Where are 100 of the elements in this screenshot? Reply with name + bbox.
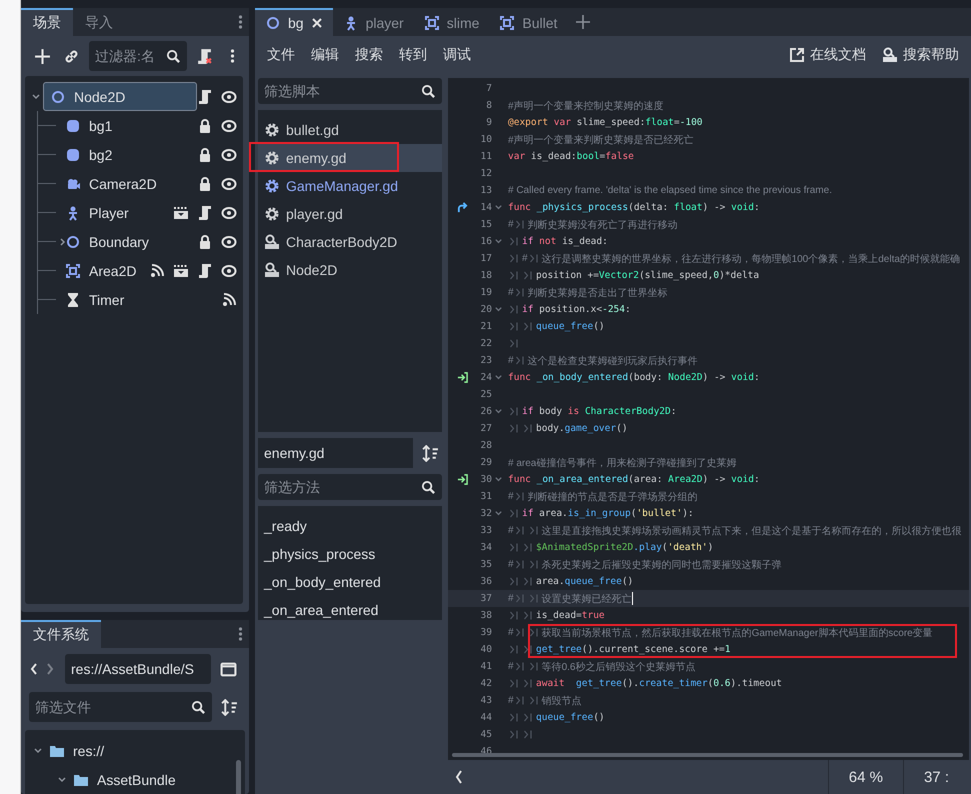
chevron-left-icon[interactable] <box>454 769 464 785</box>
tree-item[interactable]: bg2 <box>58 140 120 169</box>
script-icon[interactable] <box>197 88 213 104</box>
script-item[interactable]: Node2D <box>258 256 442 284</box>
tree-item[interactable]: Node2D <box>43 82 197 111</box>
line-number: 30 <box>480 474 492 485</box>
scene-tab[interactable]: player <box>332 8 414 36</box>
menu-item[interactable]: 转到 <box>391 42 435 68</box>
script-item[interactable]: enemy.gd <box>258 144 442 172</box>
code-editor[interactable] <box>448 78 969 760</box>
menu-item[interactable]: 搜索 <box>347 42 391 68</box>
lock-icon[interactable] <box>197 146 213 162</box>
scene-tab[interactable]: slime <box>414 8 490 36</box>
code-text: area.queue_free() <box>536 576 634 587</box>
panel-tab[interactable]: 场景 <box>21 8 73 36</box>
eye-icon[interactable] <box>221 146 237 162</box>
lock-icon[interactable] <box>197 234 213 250</box>
tree-item[interactable]: Player <box>58 198 136 227</box>
link-icon[interactable] <box>63 48 80 64</box>
sort-icon[interactable] <box>422 444 439 462</box>
back-icon[interactable] <box>29 661 39 677</box>
tree-item[interactable]: Timer <box>58 285 132 314</box>
circle-node-icon <box>265 15 281 31</box>
filter-field[interactable]: 过滤器:名 <box>89 41 187 71</box>
code-text: func _on_area_entered(area: Area2D) -> void: <box>508 474 760 485</box>
caret-down-icon[interactable] <box>57 774 67 784</box>
sort-icon[interactable] <box>221 698 238 716</box>
script-icon[interactable] <box>197 262 213 278</box>
lock-icon[interactable] <box>197 118 213 134</box>
lock-icon[interactable] <box>197 176 213 192</box>
signal-icon[interactable] <box>221 292 237 308</box>
eye-icon[interactable] <box>221 118 237 134</box>
script-item[interactable]: bullet.gd <box>258 116 442 144</box>
script-item[interactable]: GameManager.gd <box>258 172 442 200</box>
code-text: # area碰撞信号事件，用来检测子弹碰撞到了史莱姆 <box>508 456 736 470</box>
scene-tab[interactable]: Bullet <box>489 8 568 36</box>
filter-field[interactable]: 筛选方法 <box>258 474 442 500</box>
menu-item[interactable]: 调试 <box>435 42 479 68</box>
tray-icon[interactable] <box>173 204 189 220</box>
caret-right-icon[interactable] <box>58 236 68 246</box>
script-item[interactable]: player.gd <box>258 200 442 228</box>
add-tab-icon[interactable] <box>575 14 592 30</box>
connection-icon[interactable] <box>457 372 468 383</box>
tab-marker-icon <box>530 254 538 263</box>
line-number: 7 <box>485 83 492 94</box>
caret-down-icon[interactable] <box>31 92 41 102</box>
area-icon <box>424 15 440 31</box>
eye-icon[interactable] <box>221 88 237 104</box>
line-number: 42 <box>480 678 492 689</box>
zoom-level[interactable]: 64 % <box>828 760 903 794</box>
help-button[interactable]: 搜索帮助 <box>874 42 967 68</box>
script-name-field: enemy.gd <box>258 438 413 468</box>
more-icon[interactable] <box>238 626 243 642</box>
connection-icon[interactable] <box>457 474 468 485</box>
tree-item[interactable]: Area2D <box>58 256 144 285</box>
tab-marker-icon <box>524 577 532 586</box>
tree-item[interactable]: bg1 <box>58 111 120 140</box>
tab-marker-icon <box>510 679 518 688</box>
method-item[interactable]: _physics_process <box>258 540 442 568</box>
signal-icon[interactable] <box>149 262 165 278</box>
code-text: queue_free() <box>536 321 605 332</box>
method-item[interactable]: _on_body_entered <box>258 568 442 596</box>
folder-item[interactable]: res:// <box>73 742 104 758</box>
tree-item[interactable]: Boundary <box>58 227 156 256</box>
path-field[interactable]: res://AssetBundle/S <box>65 654 211 684</box>
folder-item[interactable]: AssetBundle <box>97 772 176 788</box>
menu-item[interactable]: 编辑 <box>303 42 347 68</box>
filter-field[interactable]: 筛选文件 <box>29 692 212 722</box>
menu-item[interactable]: 文件 <box>259 42 303 68</box>
override-arrow-icon[interactable] <box>457 202 468 213</box>
eye-icon[interactable] <box>221 204 237 220</box>
script-icon[interactable] <box>197 204 213 220</box>
circle-node-icon <box>50 88 66 104</box>
tab-marker-icon <box>510 543 518 552</box>
line-number: 19 <box>480 287 492 298</box>
eye-icon[interactable] <box>221 262 237 278</box>
method-item[interactable]: _ready <box>258 512 442 540</box>
forward-icon[interactable] <box>45 661 55 677</box>
help-button[interactable]: 在线文档 <box>781 42 874 68</box>
more-icon[interactable] <box>230 48 235 64</box>
more-icon[interactable] <box>238 14 243 30</box>
tab-marker-icon <box>530 628 538 637</box>
script-item[interactable]: CharacterBody2D <box>258 228 442 256</box>
caret-down-icon[interactable] <box>33 746 43 756</box>
panel-tab[interactable]: 导入 <box>73 8 125 36</box>
close-icon[interactable] <box>310 17 323 29</box>
eye-icon[interactable] <box>221 234 237 250</box>
filter-field[interactable]: 筛选脚本 <box>258 78 442 104</box>
eye-icon[interactable] <box>221 176 237 192</box>
window-icon[interactable] <box>220 660 237 678</box>
tray-icon[interactable] <box>173 262 189 278</box>
scene-tab[interactable]: bg <box>255 8 333 36</box>
panel-tab[interactable]: 文件系统 <box>21 620 101 648</box>
area-icon <box>65 262 81 278</box>
remove-script-icon[interactable] <box>196 48 213 64</box>
scrollbar[interactable] <box>452 753 963 757</box>
method-item[interactable]: _on_area_entered <box>258 596 442 624</box>
add-icon[interactable] <box>34 48 51 64</box>
line-number: 16 <box>480 236 492 247</box>
tree-item[interactable]: Camera2D <box>58 169 164 198</box>
